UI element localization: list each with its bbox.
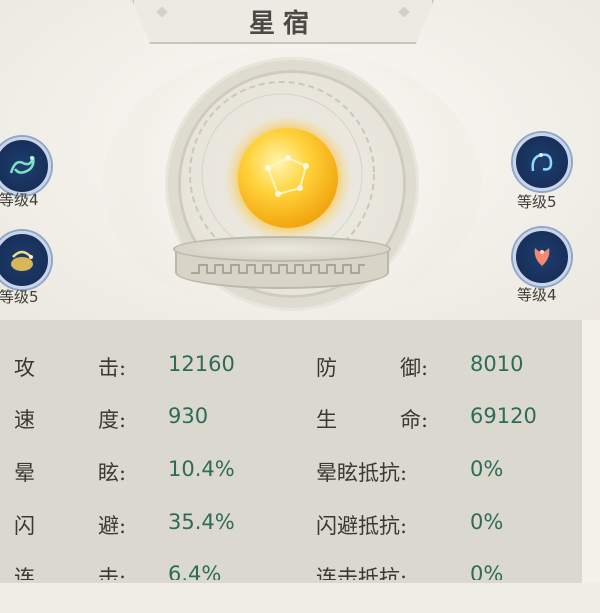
constellation-icon bbox=[265, 155, 309, 197]
stat-value-stun-resist: 0% bbox=[470, 457, 504, 481]
stat-label-attack-a: 攻 bbox=[14, 356, 35, 380]
bottom-strip bbox=[0, 583, 600, 613]
stat-label-defense-b: 御: bbox=[400, 356, 429, 380]
title-banner: 星宿 bbox=[132, 0, 434, 44]
dragon-icon bbox=[9, 156, 35, 174]
stat-label-dodge-resist: 闪避抵抗: bbox=[316, 514, 408, 538]
pedestal-top bbox=[173, 236, 391, 262]
stat-label-hp-b: 命: bbox=[400, 408, 429, 432]
stat-label-speed-b: 度: bbox=[98, 408, 127, 432]
zodiac-level-label: 等级4 bbox=[0, 191, 39, 209]
stat-row-attack-defense: 攻 击: 12160 防 御: 8010 bbox=[0, 352, 582, 382]
stat-value-defense: 8010 bbox=[470, 352, 524, 376]
phoenix-icon bbox=[534, 248, 550, 266]
stat-label-speed-a: 速 bbox=[14, 408, 35, 432]
stat-label-stun-resist: 晕眩抵抗: bbox=[316, 461, 408, 485]
stat-label-stun-a: 晕 bbox=[14, 461, 35, 485]
zodiac-slot-right-bottom[interactable] bbox=[513, 228, 571, 286]
stat-label-combo-a: 连 bbox=[14, 566, 35, 580]
stat-label-stun-b: 眩: bbox=[98, 461, 127, 485]
stat-value-combo-resist: 0% bbox=[470, 562, 504, 580]
zodiac-level-label: 等级4 bbox=[517, 286, 557, 304]
stats-panel: 攻 击: 12160 防 御: 8010 速 度: 930 生 命: 69120… bbox=[0, 320, 582, 613]
stat-label-defense-a: 防 bbox=[316, 356, 337, 380]
page-title: 星宿 bbox=[248, 8, 317, 39]
serpent-turtle-icon bbox=[11, 250, 33, 271]
azure-dragon-icon bbox=[531, 153, 553, 172]
zodiac-slot-right-top[interactable] bbox=[513, 133, 571, 191]
stat-row-combo: 连 击: 6.4% 连击抵抗: 0% bbox=[0, 562, 582, 580]
stat-value-dodge-resist: 0% bbox=[470, 510, 504, 534]
zodiac-level-label: 等级5 bbox=[517, 193, 557, 211]
stat-label-combo-b: 击: bbox=[98, 566, 127, 580]
stat-row-speed-hp: 速 度: 930 生 命: 69120 bbox=[0, 404, 582, 434]
stat-value-hp: 69120 bbox=[470, 404, 537, 428]
stat-value-attack: 12160 bbox=[168, 352, 235, 376]
zodiac-level-label: 等级5 bbox=[0, 288, 39, 306]
stat-row-stun: 晕 眩: 10.4% 晕眩抵抗: 0% bbox=[0, 457, 582, 487]
stat-label-hp-a: 生 bbox=[316, 408, 337, 432]
stat-label-combo-resist: 连击抵抗: bbox=[316, 566, 408, 580]
orb-pedestal bbox=[173, 236, 391, 294]
stat-value-dodge: 35.4% bbox=[168, 510, 235, 534]
stat-label-dodge-b: 避: bbox=[98, 514, 127, 538]
stat-value-speed: 930 bbox=[168, 404, 209, 428]
star-orb[interactable] bbox=[238, 128, 338, 228]
stat-value-combo: 6.4% bbox=[168, 562, 222, 580]
stat-row-dodge: 闪 避: 35.4% 闪避抵抗: 0% bbox=[0, 510, 582, 540]
stat-label-attack-b: 击: bbox=[98, 356, 127, 380]
stat-value-stun: 10.4% bbox=[168, 457, 235, 481]
stat-label-dodge-a: 闪 bbox=[14, 514, 35, 538]
stats-scroll-area[interactable]: 攻 击: 12160 防 御: 8010 速 度: 930 生 命: 69120… bbox=[0, 320, 582, 580]
